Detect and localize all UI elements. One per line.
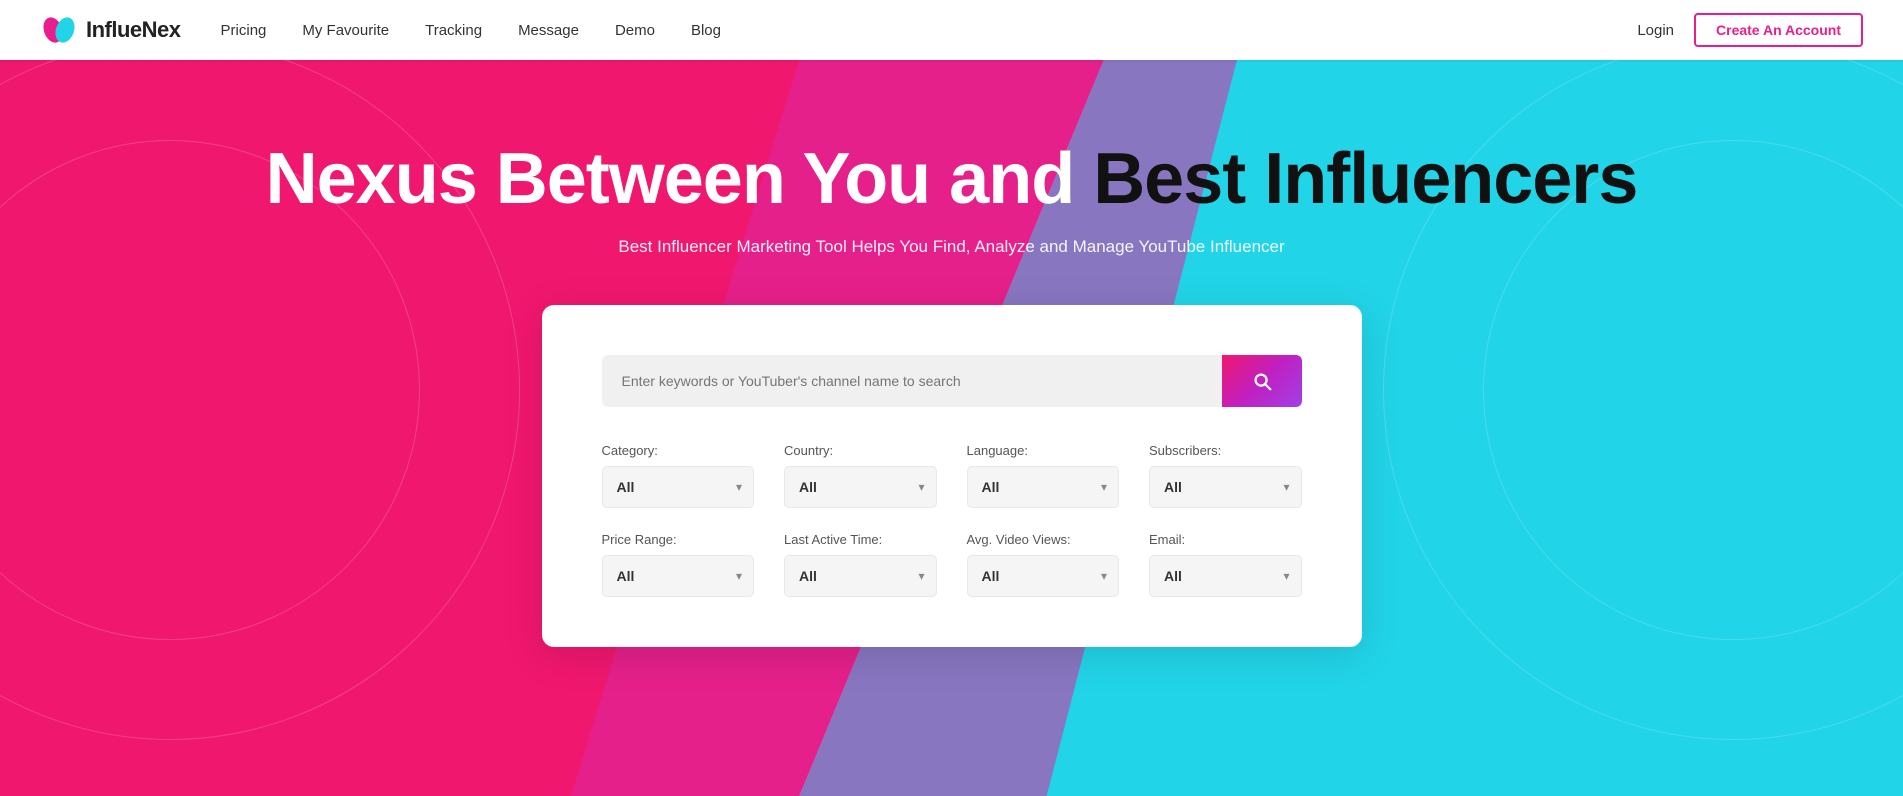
filter-country-select[interactable]: All <box>784 466 937 508</box>
filter-category-wrapper: All ▾ <box>602 466 755 508</box>
filter-country: Country: All ▾ <box>784 443 937 508</box>
filter-subscribers-wrapper: All ▾ <box>1149 466 1302 508</box>
filter-last-active-time: Last Active Time: All ▾ <box>784 532 937 597</box>
hero-subtitle: Best Influencer Marketing Tool Helps You… <box>0 237 1903 257</box>
hero-title-part2: Best Influencers <box>1093 139 1637 219</box>
filters-grid: Category: All ▾ Country: All ▾ <box>602 443 1302 597</box>
search-input[interactable] <box>602 355 1222 407</box>
filter-email-label: Email: <box>1149 532 1302 547</box>
filter-price-range-wrapper: All ▾ <box>602 555 755 597</box>
search-card: Category: All ▾ Country: All ▾ <box>542 305 1362 647</box>
hero-title-part1: Nexus Between You and <box>266 139 1094 219</box>
nav-demo[interactable]: Demo <box>615 22 655 39</box>
hero-title: Nexus Between You and Best Influencers <box>0 140 1903 219</box>
navbar-actions: Login Create An Account <box>1637 13 1863 47</box>
filter-category-label: Category: <box>602 443 755 458</box>
filter-price-range-select[interactable]: All <box>602 555 755 597</box>
navbar-links: Pricing My Favourite Tracking Message De… <box>221 22 1638 39</box>
search-icon <box>1251 370 1273 392</box>
nav-pricing[interactable]: Pricing <box>221 22 267 39</box>
filter-language-wrapper: All ▾ <box>967 466 1120 508</box>
hero-section: Nexus Between You and Best Influencers B… <box>0 60 1903 796</box>
filter-email: Email: All ▾ <box>1149 532 1302 597</box>
logo-text: InflueNex <box>86 17 181 43</box>
filter-language-label: Language: <box>967 443 1120 458</box>
filter-avg-video-views-select[interactable]: All <box>967 555 1120 597</box>
filter-category: Category: All ▾ <box>602 443 755 508</box>
filter-language: Language: All ▾ <box>967 443 1120 508</box>
search-row <box>602 355 1302 407</box>
filter-avg-video-views: Avg. Video Views: All ▾ <box>967 532 1120 597</box>
filter-last-active-time-wrapper: All ▾ <box>784 555 937 597</box>
hero-content: Nexus Between You and Best Influencers B… <box>0 140 1903 305</box>
navbar: InflueNex Pricing My Favourite Tracking … <box>0 0 1903 60</box>
create-account-button[interactable]: Create An Account <box>1694 13 1863 47</box>
filter-subscribers: Subscribers: All ▾ <box>1149 443 1302 508</box>
logo[interactable]: InflueNex <box>40 11 181 49</box>
filter-price-range: Price Range: All ▾ <box>602 532 755 597</box>
filter-category-select[interactable]: All <box>602 466 755 508</box>
filter-last-active-time-select[interactable]: All <box>784 555 937 597</box>
filter-country-wrapper: All ▾ <box>784 466 937 508</box>
nav-tracking[interactable]: Tracking <box>425 22 482 39</box>
filter-country-label: Country: <box>784 443 937 458</box>
search-button[interactable] <box>1222 355 1302 407</box>
filter-avg-video-views-wrapper: All ▾ <box>967 555 1120 597</box>
login-link[interactable]: Login <box>1637 22 1674 39</box>
filter-avg-video-views-label: Avg. Video Views: <box>967 532 1120 547</box>
filter-subscribers-select[interactable]: All <box>1149 466 1302 508</box>
filter-last-active-time-label: Last Active Time: <box>784 532 937 547</box>
filter-subscribers-label: Subscribers: <box>1149 443 1302 458</box>
nav-blog[interactable]: Blog <box>691 22 721 39</box>
nav-message[interactable]: Message <box>518 22 579 39</box>
filter-language-select[interactable]: All <box>967 466 1120 508</box>
filter-email-select[interactable]: All <box>1149 555 1302 597</box>
nav-my-favourite[interactable]: My Favourite <box>302 22 389 39</box>
filter-price-range-label: Price Range: <box>602 532 755 547</box>
logo-icon <box>40 11 78 49</box>
filter-email-wrapper: All ▾ <box>1149 555 1302 597</box>
